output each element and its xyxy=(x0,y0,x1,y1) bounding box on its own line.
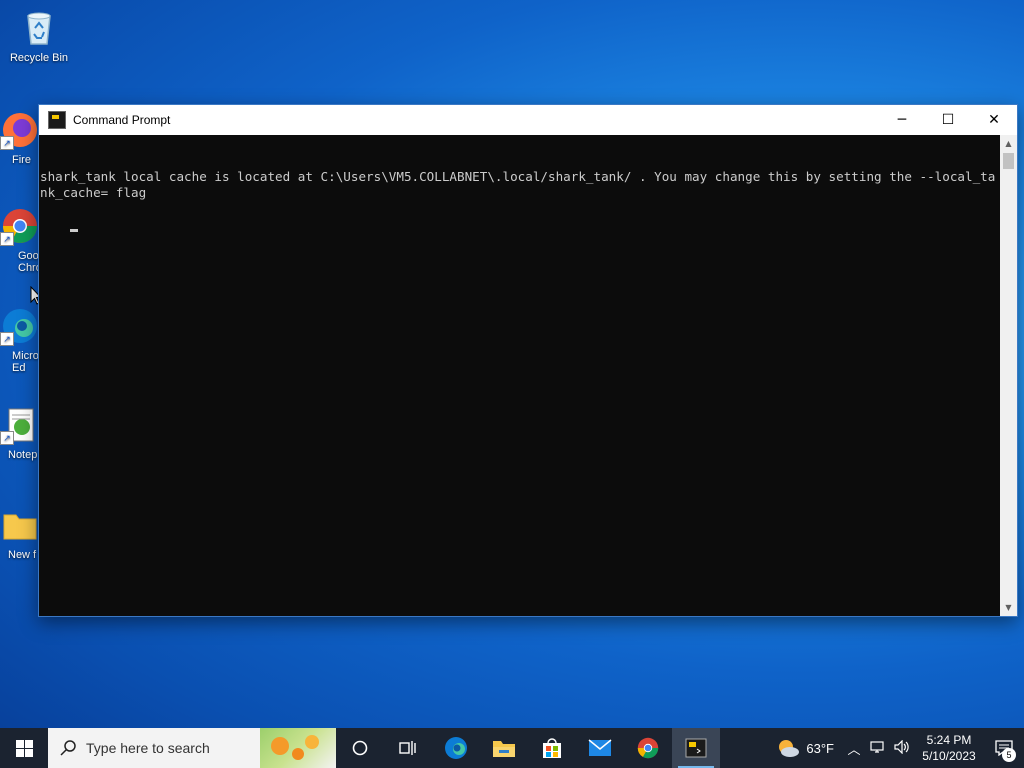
weather-temperature: 63°F xyxy=(806,740,834,756)
edge-icon xyxy=(445,737,467,759)
edge-icon: ↗ xyxy=(0,306,40,346)
cortana-icon xyxy=(352,740,368,756)
taskbar-file-explorer[interactable] xyxy=(480,728,528,768)
shortcut-arrow-icon: ↗ xyxy=(0,232,14,246)
system-tray: 63°F ︿ 5:24 PM 5/10/2023 5 xyxy=(776,728,1024,768)
windows-logo-icon xyxy=(15,739,33,757)
chevron-up-icon[interactable]: ︿ xyxy=(842,739,866,758)
microsoft-store-icon xyxy=(543,738,561,758)
firefox-icon: ↗ xyxy=(0,110,40,150)
search-icon xyxy=(60,740,76,756)
minimize-button[interactable]: ─ xyxy=(879,105,925,135)
chrome-icon xyxy=(637,737,659,759)
clock-time: 5:24 PM xyxy=(926,733,972,747)
task-view-icon xyxy=(399,741,416,755)
taskbar: Type here to search 63°F ︿ 5:24 PM 5/10/… xyxy=(0,728,1024,768)
command-prompt-icon xyxy=(685,738,707,758)
maximize-button[interactable]: ☐ xyxy=(925,105,971,135)
taskbar-command-prompt[interactable] xyxy=(672,728,720,768)
desktop-icon-label: Recycle Bin xyxy=(9,52,69,64)
notepad-icon: ↗ xyxy=(0,405,40,445)
notification-badge: 5 xyxy=(1002,748,1016,762)
mail-icon xyxy=(588,739,612,756)
command-prompt-icon xyxy=(48,111,66,129)
close-button[interactable]: ✕ xyxy=(971,105,1017,135)
taskbar-mail[interactable] xyxy=(576,728,624,768)
vertical-scrollbar[interactable]: ▲ ▼ xyxy=(1000,135,1017,616)
scrollbar-thumb[interactable] xyxy=(1003,153,1014,169)
cortana-button[interactable] xyxy=(336,728,384,768)
scroll-up-arrow-icon[interactable]: ▲ xyxy=(1000,135,1017,152)
search-placeholder: Type here to search xyxy=(86,740,210,756)
window-controls: ─ ☐ ✕ xyxy=(879,105,1017,135)
scroll-down-arrow-icon[interactable]: ▼ xyxy=(1000,599,1017,616)
shortcut-arrow-icon: ↗ xyxy=(0,431,14,445)
search-highlight-art xyxy=(260,728,336,768)
text-cursor xyxy=(70,229,79,232)
task-view-button[interactable] xyxy=(384,728,432,768)
console-output: shark_tank local cache is located at C:\… xyxy=(40,169,996,200)
volume-icon[interactable] xyxy=(890,739,914,757)
clock[interactable]: 5:24 PM 5/10/2023 xyxy=(914,732,984,764)
title-bar[interactable]: Command Prompt ─ ☐ ✕ xyxy=(39,105,1017,135)
chrome-icon: ↗ xyxy=(0,206,40,246)
taskbar-search-box[interactable]: Type here to search xyxy=(48,728,336,768)
clock-date: 5/10/2023 xyxy=(922,749,976,763)
network-icon[interactable] xyxy=(866,740,890,757)
desktop-icon-recycle-bin[interactable]: Recycle Bin xyxy=(1,8,77,64)
console-area[interactable]: shark_tank local cache is located at C:\… xyxy=(39,135,1000,616)
start-button[interactable] xyxy=(0,728,48,768)
folder-icon xyxy=(0,505,40,545)
notification-center-button[interactable]: 5 xyxy=(984,728,1024,768)
taskbar-chrome[interactable] xyxy=(624,728,672,768)
command-prompt-window[interactable]: Command Prompt ─ ☐ ✕ shark_tank local ca… xyxy=(38,104,1018,617)
shortcut-arrow-icon: ↗ xyxy=(0,136,14,150)
taskbar-edge[interactable] xyxy=(432,728,480,768)
recycle-bin-icon xyxy=(19,8,59,48)
weather-widget[interactable]: 63°F xyxy=(776,737,834,759)
shortcut-arrow-icon: ↗ xyxy=(0,332,14,346)
taskbar-microsoft-store[interactable] xyxy=(528,728,576,768)
window-title: Command Prompt xyxy=(73,113,171,127)
file-explorer-icon xyxy=(493,741,515,757)
partly-sunny-icon xyxy=(779,740,800,757)
